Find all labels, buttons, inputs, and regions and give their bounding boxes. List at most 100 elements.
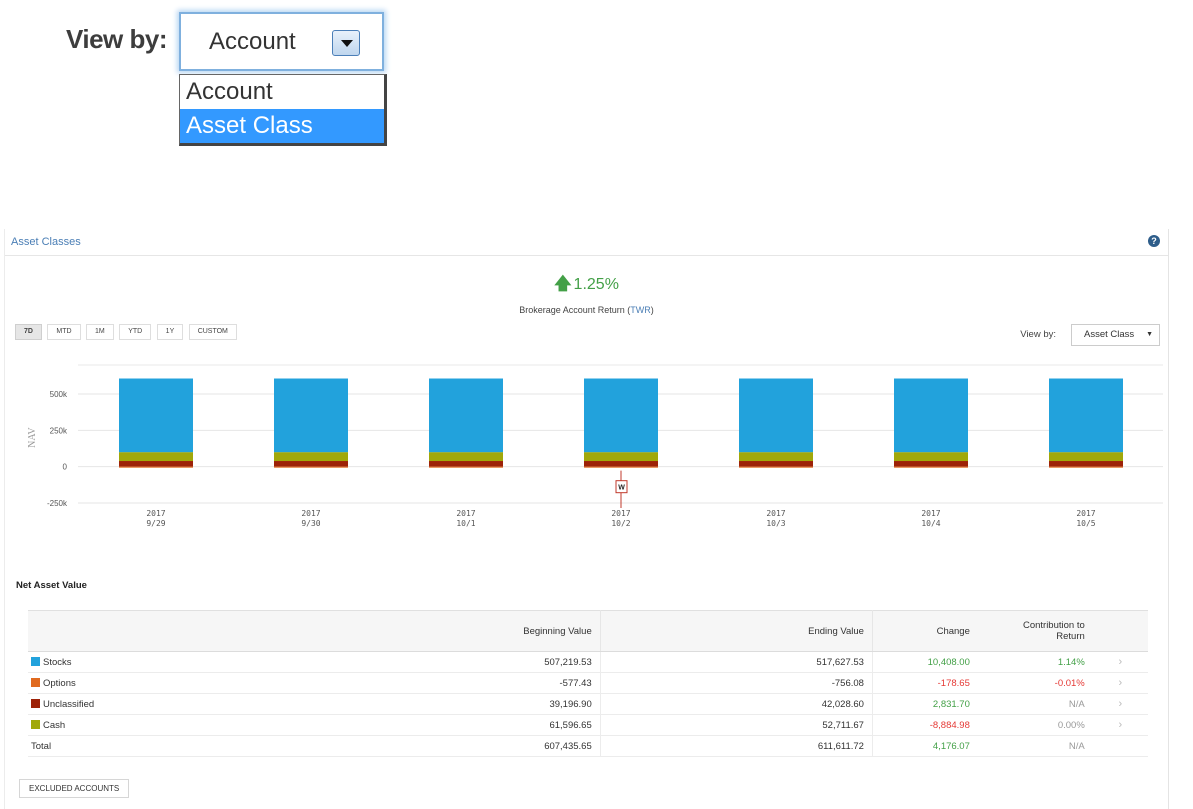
- color-swatch: [31, 719, 40, 729]
- row-label: Cash: [43, 719, 66, 731]
- table-row[interactable]: Unclassified 39,196.90 42,028.60 2,831.7…: [28, 693, 1148, 715]
- color-swatch: [31, 677, 40, 687]
- row-change: -8,884.98: [872, 714, 978, 736]
- color-swatch: [31, 656, 40, 666]
- bar-stocks: [119, 378, 193, 453]
- bar-stocks: [1049, 378, 1123, 453]
- row-end: -756.08: [600, 672, 873, 694]
- x-tick-date: 9/30: [301, 519, 320, 528]
- return-label-suffix: ): [650, 305, 654, 315]
- bar-stocks: [274, 378, 348, 453]
- excluded-accounts-button[interactable]: EXCLUDED ACCOUNTS: [19, 779, 130, 798]
- zoom-view-by-select[interactable]: Account: [179, 12, 384, 71]
- table-row[interactable]: Cash 61,596.65 52,711.67 -8,884.98 0.00%…: [28, 714, 1148, 736]
- chevron-right-icon[interactable]: ›: [1092, 714, 1148, 736]
- bar-options: [429, 466, 503, 468]
- return-value-row: 🡅 1.25%: [5, 271, 1168, 300]
- bar-cash: [119, 452, 193, 462]
- period-mtd[interactable]: MTD: [47, 324, 81, 340]
- period-ytd[interactable]: YTD: [119, 324, 152, 340]
- total-change: 4,176.07: [872, 735, 978, 757]
- period-1y[interactable]: 1Y: [156, 324, 184, 340]
- row-name: Stocks: [28, 651, 358, 673]
- bar-options: [119, 466, 193, 468]
- row-begin: 39,196.90: [357, 693, 601, 715]
- row-change: 2,831.70: [872, 693, 978, 715]
- total-contribution: N/A: [977, 735, 1093, 757]
- row-contribution: -0.01%: [977, 672, 1093, 694]
- bar-stocks: [584, 378, 658, 453]
- row-end: 517,627.53: [600, 651, 873, 673]
- bar-stocks: [739, 378, 813, 453]
- header-begin: Beginning Value: [357, 610, 601, 652]
- table-row[interactable]: Stocks 507,219.53 517,627.53 10,408.00 1…: [28, 651, 1148, 673]
- bar-options: [1049, 466, 1123, 468]
- header-arrow: [1092, 610, 1148, 652]
- bar-unclassified: [119, 461, 193, 467]
- x-tick-date: 10/2: [611, 519, 630, 528]
- period-1m[interactable]: 1M: [86, 324, 114, 340]
- bar-cash: [739, 452, 813, 462]
- marker-label: W: [618, 485, 625, 492]
- view-by-select[interactable]: Asset Class ▼: [1071, 324, 1160, 346]
- row-begin: -577.43: [357, 672, 601, 694]
- y-tick-label: 250k: [50, 426, 68, 435]
- zoom-select-value: Account: [209, 28, 296, 55]
- row-contribution: N/A: [977, 693, 1093, 715]
- bar-cash: [274, 452, 348, 462]
- bar-cash: [429, 452, 503, 462]
- bar-options: [274, 466, 348, 468]
- bar-unclassified: [584, 461, 658, 467]
- bar-options: [739, 466, 813, 468]
- chevron-right-icon[interactable]: ›: [1092, 693, 1148, 715]
- x-tick-year: 2017: [1076, 509, 1095, 518]
- return-label-text: Brokerage Account Return (: [519, 305, 631, 315]
- chevron-right-icon[interactable]: ›: [1092, 651, 1148, 673]
- header-change: Change: [872, 610, 978, 652]
- option-account[interactable]: Account: [180, 75, 384, 109]
- bar-unclassified: [429, 461, 503, 467]
- bar-unclassified: [739, 461, 813, 467]
- row-contribution: 0.00%: [977, 714, 1093, 736]
- period-7d[interactable]: 7D: [15, 324, 42, 340]
- x-tick-year: 2017: [301, 509, 320, 518]
- chevron-down-icon[interactable]: [332, 30, 360, 56]
- bar-cash: [1049, 452, 1123, 462]
- bar-unclassified: [894, 461, 968, 467]
- total-arrow-cell: [1092, 735, 1148, 757]
- total-end: 611,611.72: [600, 735, 873, 757]
- nav-table-header: Beginning Value Ending Value Change Cont…: [28, 610, 1148, 652]
- x-tick-year: 2017: [146, 509, 165, 518]
- bar-cash: [894, 452, 968, 462]
- period-custom[interactable]: CUSTOM: [188, 324, 237, 340]
- twr-link[interactable]: TWR: [630, 305, 651, 315]
- bar-options: [894, 466, 968, 468]
- x-tick-year: 2017: [921, 509, 940, 518]
- bar-cash: [584, 452, 658, 462]
- row-change: -178.65: [872, 672, 978, 694]
- x-tick-year: 2017: [766, 509, 785, 518]
- header-name: [28, 610, 358, 652]
- caret-down-icon: ▼: [1146, 331, 1153, 338]
- header-contribution-line2: Return: [1056, 631, 1085, 642]
- nav-section-title: Net Asset Value: [16, 580, 87, 591]
- row-name: Unclassified: [28, 693, 358, 715]
- x-tick-date: 10/1: [456, 519, 475, 528]
- x-tick-date: 10/4: [921, 519, 940, 528]
- table-row[interactable]: Options -577.43 -756.08 -178.65 -0.01% ›: [28, 672, 1148, 694]
- panel-title: Asset Classes: [11, 236, 81, 248]
- x-tick-date: 10/3: [766, 519, 785, 528]
- y-tick-label: 500k: [50, 390, 68, 399]
- option-asset-class[interactable]: Asset Class: [180, 109, 384, 143]
- chevron-right-icon[interactable]: ›: [1092, 672, 1148, 694]
- asset-classes-panel: Asset Classes ? 🡅 1.25% Brokerage Account…: [4, 229, 1169, 809]
- bar-stocks: [894, 378, 968, 453]
- bar-unclassified: [274, 461, 348, 467]
- y-axis-label: NAV: [27, 427, 38, 448]
- x-tick-year: 2017: [456, 509, 475, 518]
- x-tick-year: 2017: [611, 509, 630, 518]
- help-icon[interactable]: ?: [1148, 235, 1160, 247]
- row-end: 42,028.60: [600, 693, 873, 715]
- total-name: Total: [28, 735, 358, 757]
- return-value: 1.25%: [573, 276, 619, 293]
